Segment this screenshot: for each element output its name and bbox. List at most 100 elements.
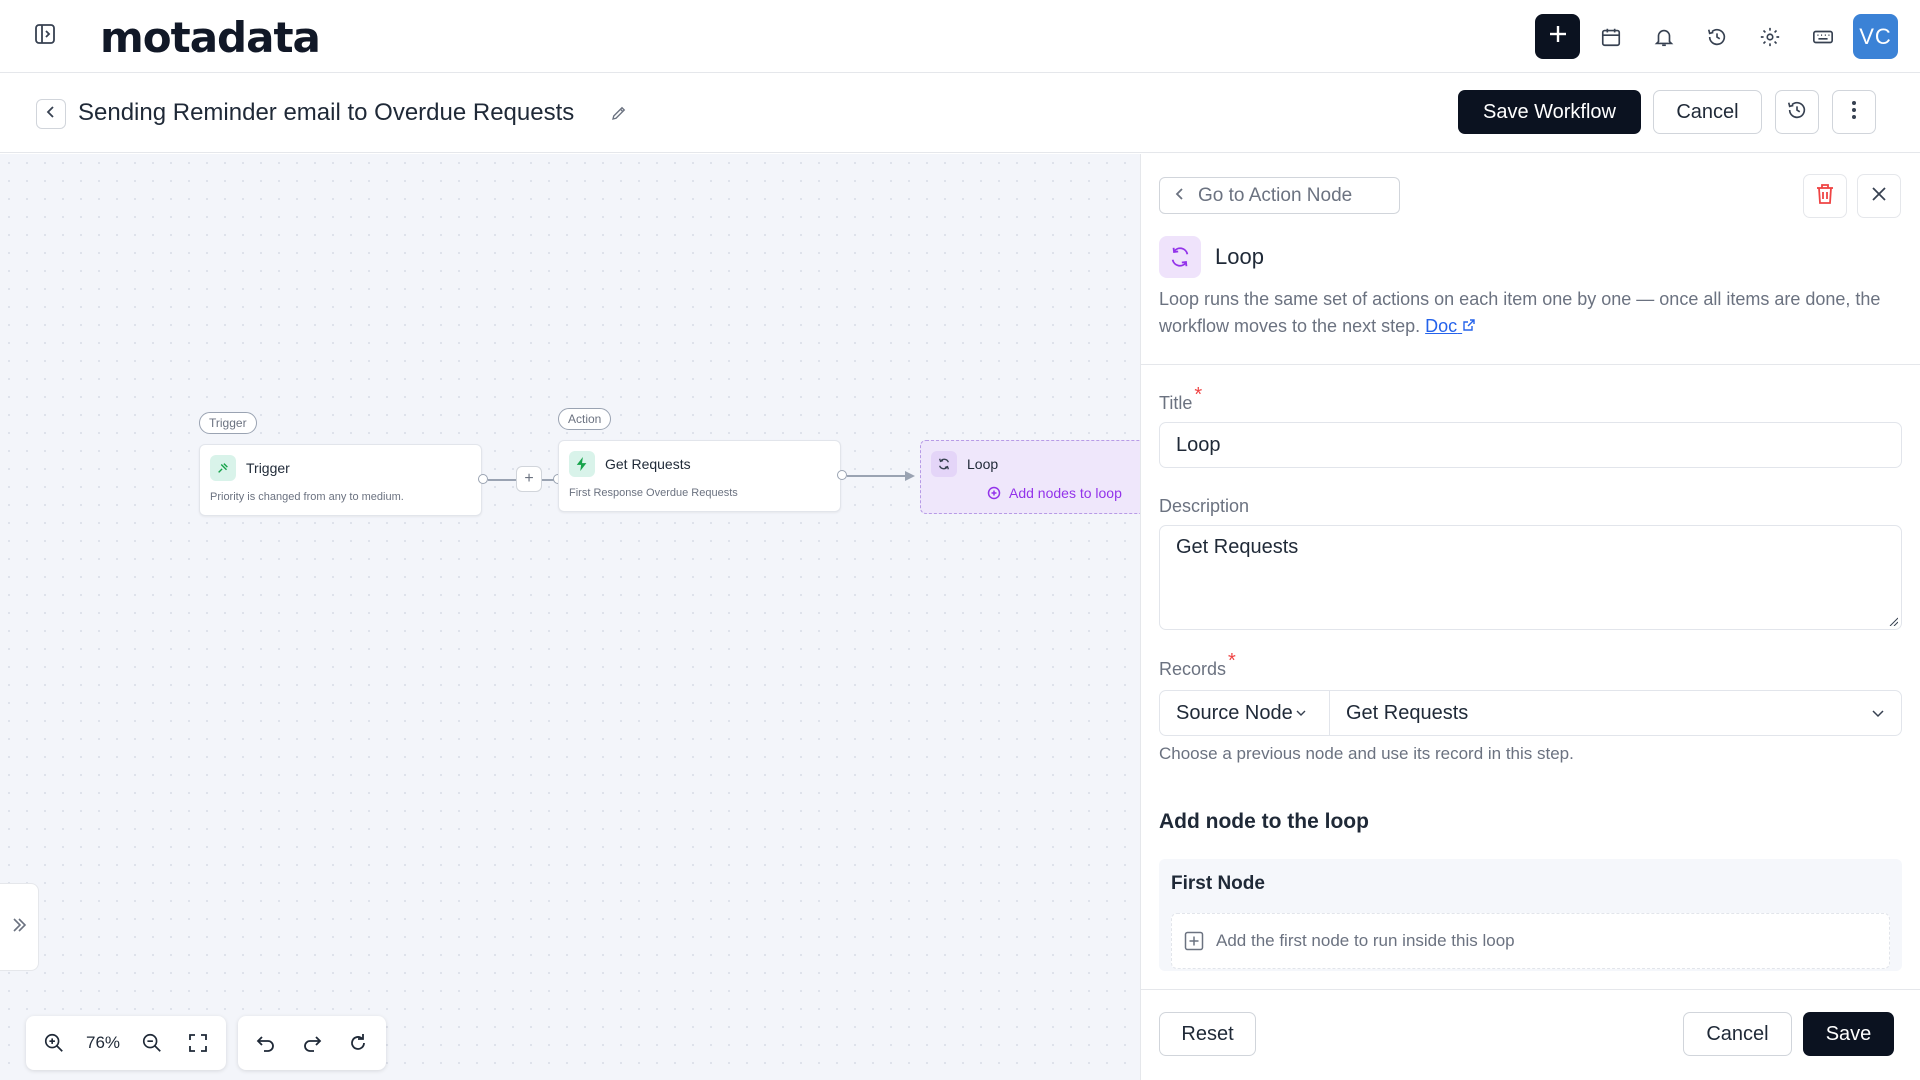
add-step-button[interactable]: + [516,466,542,492]
delete-node-button[interactable] [1803,174,1847,218]
version-history-button[interactable] [1775,90,1819,134]
undo-icon [256,1036,274,1052]
cancel-workflow-button[interactable]: Cancel [1653,90,1762,134]
first-node-title: First Node [1171,873,1265,894]
history-toolbar [238,1016,386,1070]
create-button[interactable] [1535,14,1580,59]
refresh-button[interactable] [338,1023,378,1063]
go-to-action-node-label: Go to Action Node [1198,184,1353,206]
plus-circle-icon [987,486,1001,500]
history-icon[interactable] [1694,14,1739,59]
arrowhead-icon [905,471,915,481]
panel-footer: Reset Cancel Save [1141,989,1920,1080]
back-button[interactable] [36,99,66,129]
top-bar: motadata VC [0,0,1920,73]
workflow-canvas[interactable]: Trigger Trigger Priority is changed from… [0,154,1141,1080]
zoom-out-button[interactable] [132,1023,172,1063]
chevron-down-icon [1872,710,1884,718]
workflow-header: Sending Reminder email to Overdue Reques… [0,73,1920,153]
sidebar-toggle-icon[interactable] [31,20,59,48]
cancel-button[interactable]: Cancel [1683,1012,1792,1056]
edge-action-to-loop [847,475,909,477]
node-description: Loop runs the same set of actions on eac… [1159,286,1904,340]
top-actions: VC [1535,14,1898,59]
refresh-icon [351,1034,365,1050]
action-tag: Action [558,408,612,430]
gear-icon[interactable] [1747,14,1792,59]
add-first-node-label: Add the first node to run inside this lo… [1216,931,1515,950]
plus-square-icon [1184,931,1204,951]
trash-icon [1815,183,1835,210]
node-description-text: Loop runs the same set of actions on eac… [1159,289,1881,336]
source-node-select[interactable]: Source Node [1160,691,1330,735]
divider [1141,364,1920,365]
external-link-icon [1463,319,1475,331]
edge-trigger-to-plus [488,479,518,481]
add-nodes-to-loop-label: Add nodes to loop [1009,485,1122,501]
pencil-icon[interactable] [607,101,631,125]
source-node-value: Source Node [1176,701,1293,724]
loop-node-title: Loop [967,456,999,472]
title-field-label: Title * [1159,384,1203,413]
description-value: Get Requests [1176,536,1299,558]
add-first-node-button[interactable]: Add the first node to run inside this lo… [1171,913,1890,969]
action-output-port[interactable] [837,470,847,480]
undo-button[interactable] [246,1023,286,1063]
zoom-level: 76% [85,1033,121,1052]
save-workflow-button[interactable]: Save Workflow [1458,90,1641,134]
resize-handle-icon[interactable] [1888,616,1898,626]
app-logo: motadata [100,13,321,62]
trigger-node-title: Trigger [246,460,290,476]
loop-section-title: Add node to the loop [1159,810,1369,833]
zoom-in-button[interactable] [34,1023,74,1063]
chevron-down-icon [1296,710,1306,716]
records-value: Get Requests [1346,701,1469,724]
zoom-toolbar: 76% [26,1016,226,1070]
expand-panel-button[interactable] [0,883,39,971]
kebab-menu-icon [1851,100,1857,125]
calendar-icon[interactable] [1588,14,1633,59]
trigger-icon [210,455,236,481]
node-heading-title: Loop [1215,244,1264,269]
action-node-title: Get Requests [605,456,691,472]
loop-icon [931,451,957,477]
close-icon [1871,186,1887,207]
loop-icon [1159,236,1201,278]
description-field-label: Description [1159,496,1250,516]
description-textarea[interactable]: Get Requests [1159,525,1902,630]
chevron-left-icon [44,105,58,124]
lightning-icon [569,451,595,477]
records-select[interactable]: Get Requests [1330,691,1901,735]
node-heading: Loop [1159,236,1264,278]
close-panel-button[interactable] [1857,174,1901,218]
reset-button[interactable]: Reset [1159,1012,1256,1056]
action-node-subtitle: First Response Overdue Requests [569,487,738,499]
title-input[interactable]: Loop [1159,422,1902,468]
go-to-action-node-button[interactable]: Go to Action Node [1159,177,1400,214]
fit-view-button[interactable] [178,1023,218,1063]
fullscreen-icon [189,1034,207,1052]
trigger-node-subtitle: Priority is changed from any to medium. [210,491,404,503]
doc-link[interactable]: Doc [1425,316,1476,336]
keyboard-icon[interactable] [1800,14,1845,59]
plus-icon [1547,23,1569,50]
trigger-output-port[interactable] [478,474,488,484]
add-nodes-to-loop-link[interactable]: Add nodes to loop [987,485,1122,501]
save-button[interactable]: Save [1803,1012,1894,1056]
node-config-panel: Go to Action Node Loop Loop runs the sam… [1141,154,1920,1080]
trigger-tag: Trigger [199,412,257,434]
loop-node[interactable]: Loop Add nodes to loop [920,440,1140,514]
trigger-node[interactable]: Trigger Priority is changed from any to … [199,444,482,516]
first-node-section: First Node Add the first node to run ins… [1159,859,1902,971]
chevron-left-icon [1174,185,1186,207]
bell-icon[interactable] [1641,14,1686,59]
more-options-button[interactable] [1832,90,1876,134]
page-title: Sending Reminder email to Overdue Reques… [78,99,575,126]
doc-link-label: Doc [1425,316,1458,336]
avatar[interactable]: VC [1853,14,1898,59]
zoom-in-icon [44,1033,63,1052]
history-icon [1786,99,1808,126]
redo-button[interactable] [292,1023,332,1063]
records-field-label: Records * [1159,650,1236,679]
get-requests-node[interactable]: Get Requests First Response Overdue Requ… [558,440,841,512]
